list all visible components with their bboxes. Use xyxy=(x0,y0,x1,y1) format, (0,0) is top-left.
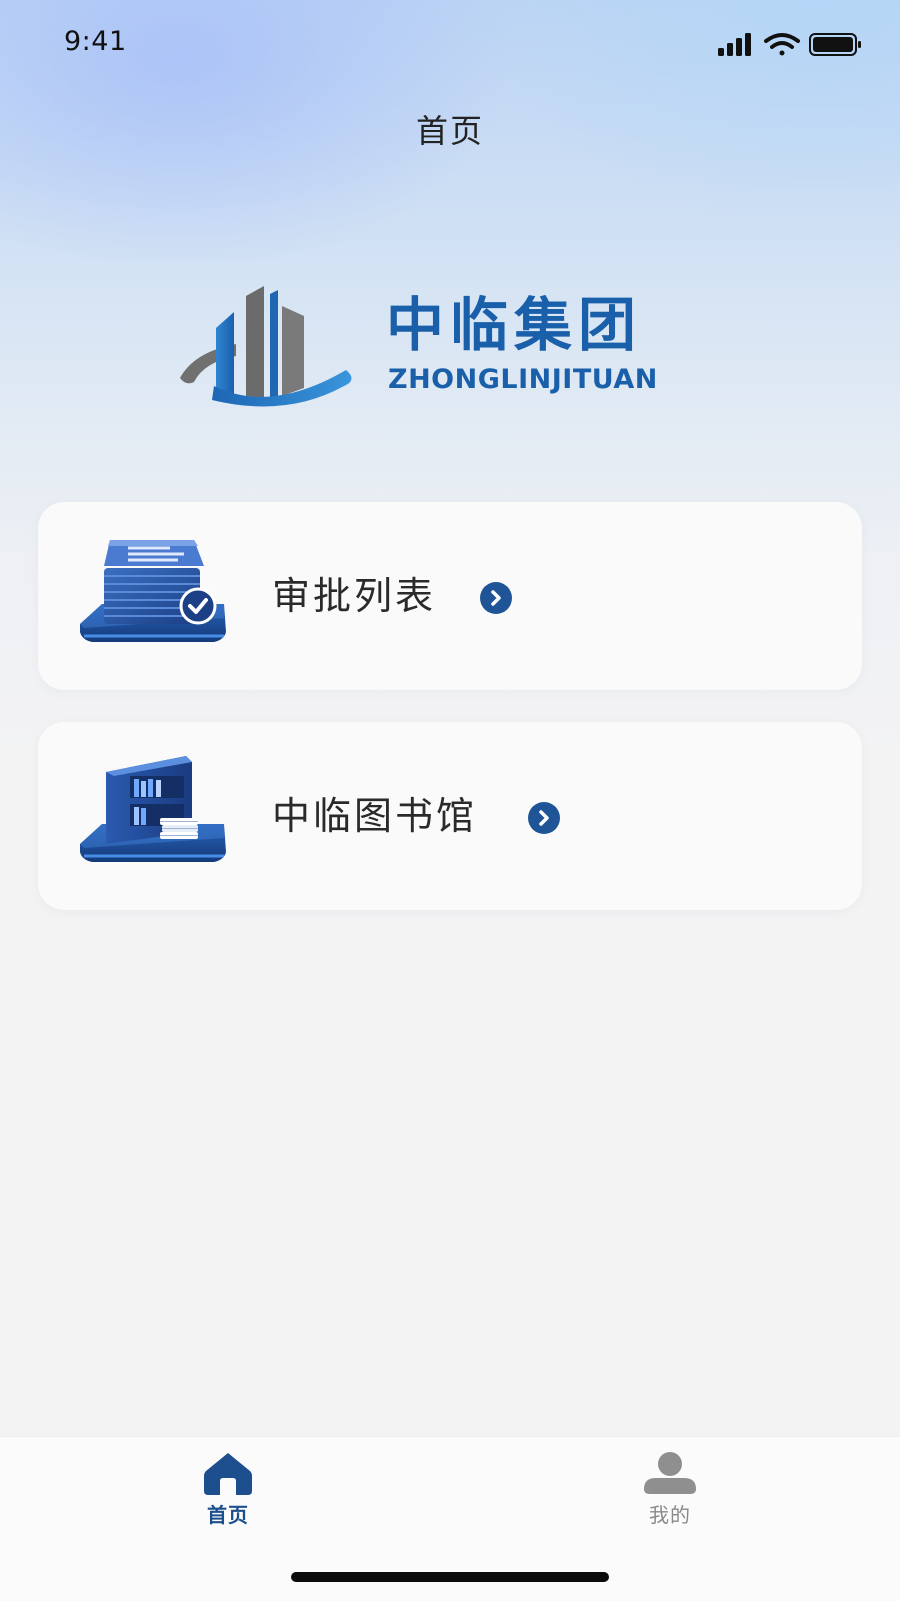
chevron-right-icon xyxy=(528,802,560,834)
battery-icon xyxy=(809,33,861,56)
home-icon xyxy=(198,1447,258,1499)
building-logo-icon xyxy=(180,286,352,407)
tab-home-label: 首页 xyxy=(207,1503,249,1527)
company-logo: 中临集团 ZHONGLINJITUAN xyxy=(176,286,726,416)
bookshelf-library-icon xyxy=(80,756,226,862)
tab-mine[interactable]: 我的 xyxy=(610,1447,730,1537)
chevron-right-icon xyxy=(480,582,512,614)
status-icons xyxy=(694,30,864,58)
approval-list-card[interactable]: 审批列表 xyxy=(38,502,862,690)
approval-list-label: 审批列表 xyxy=(272,574,437,618)
signal-icon xyxy=(718,33,751,56)
library-label: 中临图书馆 xyxy=(272,794,478,838)
page-title: 首页 xyxy=(415,112,484,150)
approval-documents-icon xyxy=(80,540,226,642)
home-indicator xyxy=(291,1572,609,1582)
library-card[interactable]: 中临图书馆 xyxy=(38,722,862,910)
wifi-icon xyxy=(764,33,800,56)
logo-english-name: ZHONGLINJITUAN xyxy=(388,364,658,395)
tab-mine-label: 我的 xyxy=(649,1503,691,1527)
logo-chinese-name: 中临集团 xyxy=(386,291,643,359)
tab-home[interactable]: 首页 xyxy=(168,1447,288,1537)
status-time: 9:41 xyxy=(64,26,127,57)
user-icon xyxy=(640,1447,700,1499)
